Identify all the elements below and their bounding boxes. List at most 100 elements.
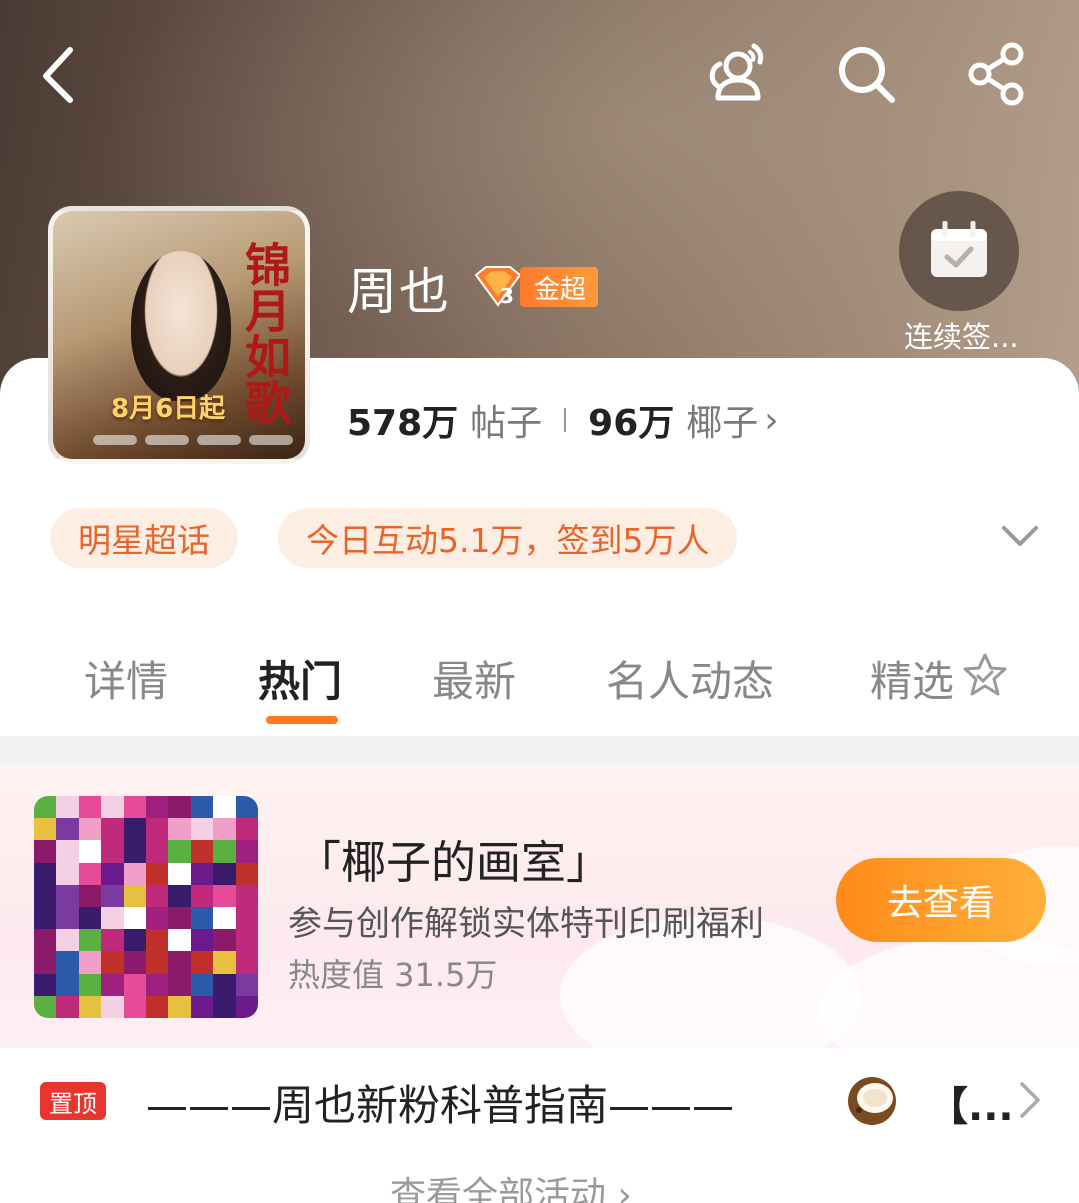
artwork-tile: [190, 796, 214, 819]
avatar[interactable]: 锦月如歌 8月6日起: [48, 206, 310, 464]
stats-arrow: ›: [764, 399, 779, 441]
posts-label: 帖子: [470, 403, 543, 444]
artwork-tile: [78, 907, 102, 930]
artwork-tile: [145, 995, 169, 1018]
back-button[interactable]: [22, 38, 94, 110]
artwork-tile: [190, 995, 214, 1018]
artwork-tile: [213, 951, 236, 974]
artwork-tile: [34, 929, 57, 952]
banner-title: 「椰子的画室」: [296, 836, 612, 889]
tab-hot[interactable]: 热门: [258, 648, 342, 709]
level-badge[interactable]: 3 金超: [470, 266, 599, 308]
artwork-tile: [56, 818, 79, 841]
artwork-tile: [123, 862, 146, 885]
artwork-tile: [168, 951, 191, 974]
artwork-tile: [123, 995, 146, 1018]
avatar-poster-title: 锦月如歌: [238, 241, 292, 425]
artwork-tile: [213, 862, 236, 885]
artwork-tile: [235, 796, 258, 819]
artwork-tile: [123, 929, 146, 952]
artwork-tile: [213, 796, 236, 819]
artwork-tile: [34, 818, 57, 841]
badge-label: 金超: [520, 267, 599, 307]
artwork-tile: [145, 818, 169, 841]
artwork-tile: [213, 907, 236, 930]
artwork-tile: [145, 884, 169, 907]
pinned-badge: 置顶: [40, 1082, 106, 1120]
artwork-tile: [190, 929, 214, 952]
activity-banner[interactable]: 「椰子的画室」 参与创作解锁实体特刊印刷福利 热度值 31.5万 去查看: [0, 766, 1079, 1048]
artwork-tile: [56, 884, 79, 907]
section-divider: [0, 736, 1079, 766]
coconut-icon: [848, 1077, 896, 1125]
share-button[interactable]: [962, 38, 1034, 110]
artwork-tile: [145, 951, 169, 974]
posts-count: 578万: [347, 403, 459, 444]
gem-icon: 3: [474, 266, 522, 308]
artwork-tile: [78, 818, 102, 841]
artwork-tile: [56, 840, 79, 863]
artwork-tile: [145, 796, 169, 819]
artwork-tile: [78, 995, 102, 1018]
artwork-tile: [168, 796, 191, 819]
artwork-tile: [235, 840, 258, 863]
checkin-button[interactable]: [899, 191, 1019, 311]
share-icon: [968, 42, 1024, 106]
tab-latest[interactable]: 最新: [432, 648, 516, 709]
artwork-tile: [213, 884, 236, 907]
artwork-tile: [190, 862, 214, 885]
artwork-tile: [101, 929, 124, 952]
artwork-tile: [101, 907, 124, 930]
artwork-tile: [213, 929, 236, 952]
artwork-tile: [145, 929, 169, 952]
artwork-tile: [56, 995, 79, 1018]
coconuts-count: 96万: [588, 403, 675, 444]
artwork-tile: [235, 862, 258, 885]
stats-row[interactable]: 578万 帖子 96万 椰子 ›: [347, 396, 779, 445]
artwork-tile: [56, 796, 79, 819]
artwork-tile: [123, 973, 146, 996]
pinned-post[interactable]: 置顶 ———周也新粉科普指南——— 【...: [0, 1048, 1079, 1152]
artwork-tile: [123, 907, 146, 930]
friends-button[interactable]: [700, 38, 772, 110]
checkin-label[interactable]: 连续签...: [904, 314, 1019, 356]
tab-indicator: [266, 716, 338, 724]
artwork-tile: [123, 951, 146, 974]
artwork-tile: [168, 907, 191, 930]
artwork-tile: [168, 818, 191, 841]
artwork-tile: [34, 951, 57, 974]
badge-level: 3: [500, 284, 514, 308]
artwork-tile: [123, 818, 146, 841]
artwork-tile: [101, 973, 124, 996]
artwork-tile: [190, 973, 214, 996]
activity-tag[interactable]: 今日互动5.1万，签到5万人: [278, 508, 738, 568]
avatar-poster-logos: [93, 435, 293, 449]
category-tag[interactable]: 明星超话: [50, 508, 238, 568]
artwork-tile: [56, 907, 79, 930]
artwork-tile: [34, 796, 57, 819]
tab-details[interactable]: 详情: [84, 648, 168, 709]
featured-star-icon: [963, 653, 1007, 696]
artwork-tile: [101, 796, 124, 819]
banner-heat: 热度值 31.5万: [288, 956, 498, 994]
search-button[interactable]: [830, 38, 902, 110]
artwork-tile: [78, 951, 102, 974]
artwork-tile: [78, 862, 102, 885]
search-icon: [839, 47, 895, 103]
tab-celebrity[interactable]: 名人动态: [606, 648, 774, 709]
view-button[interactable]: 去查看: [836, 858, 1046, 942]
artwork-tile: [123, 796, 146, 819]
artwork-tile: [235, 951, 258, 974]
artwork-tile: [123, 884, 146, 907]
artwork-tile: [145, 973, 169, 996]
chevron-down-icon[interactable]: [998, 516, 1042, 556]
chevron-right-icon: [1020, 1082, 1040, 1118]
artwork-tile: [101, 884, 124, 907]
artwork-tile: [101, 995, 124, 1018]
artwork-tile: [235, 907, 258, 930]
tab-featured[interactable]: 精选: [870, 648, 954, 709]
coconuts-label: 椰子: [686, 403, 759, 444]
artwork-tile: [34, 907, 57, 930]
artwork-tile: [168, 995, 191, 1018]
view-all-activities[interactable]: 查看全部活动 ›: [390, 1166, 632, 1203]
